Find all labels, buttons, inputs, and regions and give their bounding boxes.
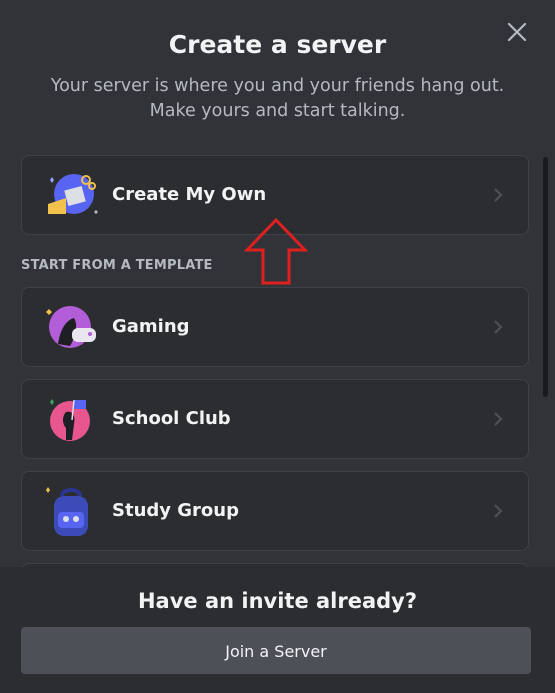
template-section-header: START FROM A TEMPLATE	[21, 258, 213, 273]
chevron-right-icon	[492, 411, 504, 427]
school-club-art-icon	[44, 394, 100, 444]
template-school-club-label: School Club	[112, 408, 231, 429]
chevron-right-icon	[492, 503, 504, 519]
modal-footer: Have an invite already? Join a Server	[0, 567, 555, 693]
gaming-art-icon	[44, 302, 100, 352]
scrollbar-thumb[interactable]	[543, 157, 548, 397]
template-gaming-button[interactable]: Gaming	[21, 287, 529, 367]
footer-title: Have an invite already?	[137, 589, 418, 613]
annotation-arrow-up-icon	[243, 217, 309, 287]
study-group-art-icon	[44, 486, 100, 536]
options-scroller[interactable]: Create My Own START FROM A TEMPLATE Gami…	[0, 153, 555, 567]
create-own-art-icon	[44, 170, 100, 220]
create-server-modal: Create a server Your server is where you…	[0, 0, 555, 693]
join-server-button[interactable]: Join a Server	[21, 627, 531, 674]
template-school-club-button[interactable]: School Club	[21, 379, 529, 459]
template-study-group-button[interactable]: Study Group	[21, 471, 529, 551]
template-study-group-label: Study Group	[112, 500, 239, 521]
chevron-right-icon	[492, 187, 504, 203]
chevron-right-icon	[492, 319, 504, 335]
template-gaming-label: Gaming	[112, 316, 190, 337]
modal-title: Create a server	[168, 30, 387, 59]
modal-subtitle: Your server is where you and your friend…	[50, 76, 505, 121]
